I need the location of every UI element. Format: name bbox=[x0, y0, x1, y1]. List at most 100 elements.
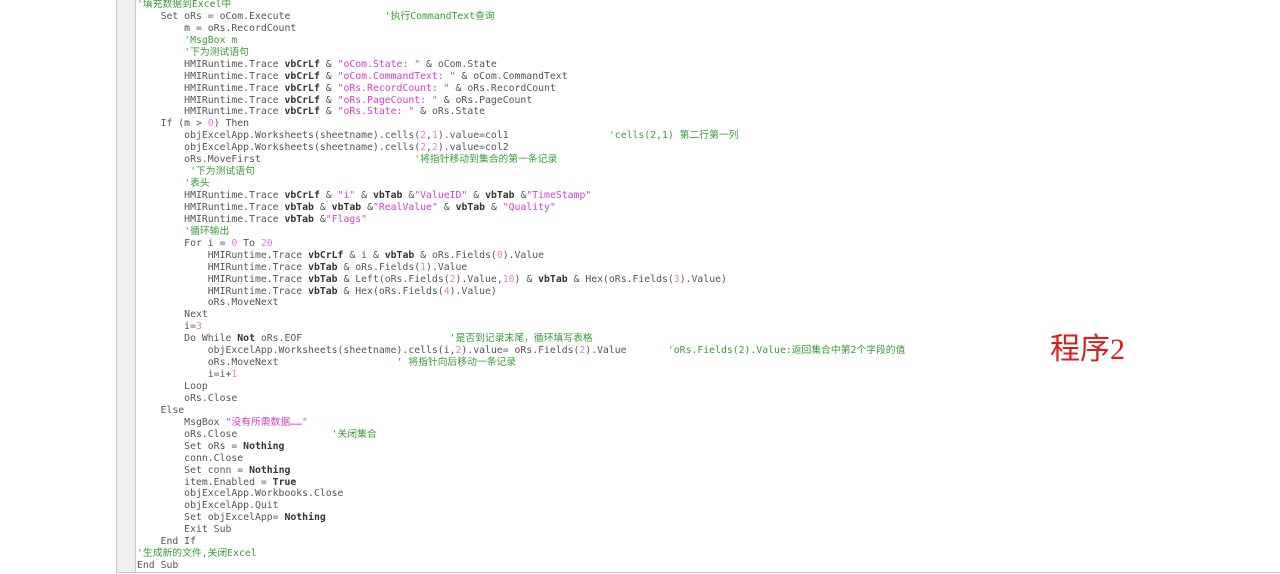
code-builtin: vbTab bbox=[308, 285, 338, 297]
code-line: Exit Sub bbox=[137, 524, 905, 536]
code-text: ).Value bbox=[502, 249, 545, 261]
code-text: For i = bbox=[137, 237, 232, 249]
code-string: "ValueID" bbox=[414, 190, 468, 201]
code-line: m = oRs.RecordCount bbox=[137, 23, 905, 35]
code-builtin: vbTab bbox=[384, 249, 415, 261]
code-text: ).value=col2 bbox=[437, 142, 509, 154]
code-line: objExcelApp.Worksheets(sheetname).cells(… bbox=[137, 130, 905, 142]
code-line: objExcelApp.Quit bbox=[137, 500, 905, 512]
code-text: HMIRuntime.Trace bbox=[137, 58, 285, 70]
code-string: "Quality" bbox=[502, 201, 556, 213]
code-builtin: vbTab bbox=[308, 273, 338, 285]
code-builtin: Not bbox=[237, 333, 255, 345]
code-text: & bbox=[319, 58, 338, 70]
code-builtin: vbCrLf bbox=[284, 94, 320, 106]
code-text: Next bbox=[137, 309, 208, 321]
code-builtin: Nothing bbox=[249, 464, 291, 476]
code-text: & bbox=[319, 190, 338, 201]
code-line: Else bbox=[137, 405, 905, 417]
code-line: oRs.MoveNext ' 将指针向后移动一条记录 bbox=[137, 357, 905, 369]
code-line: Set conn = Nothing bbox=[137, 465, 905, 477]
code-builtin: vbCrLf bbox=[308, 249, 344, 261]
code-text: Set oRs = oCom.Execute bbox=[137, 10, 385, 22]
code-text: & oRs.Fields( bbox=[337, 261, 421, 273]
code-text: HMIRuntime.Trace bbox=[137, 82, 285, 94]
code-string: "i" bbox=[337, 190, 356, 201]
code-line: '下为测试语句 bbox=[137, 166, 905, 178]
program-label: 程序2 bbox=[1050, 333, 1125, 366]
code-builtin: vbCrLf bbox=[284, 70, 320, 82]
code-text: HMIRuntime.Trace bbox=[137, 261, 309, 273]
code-string: "oCom.CommandText: " bbox=[337, 70, 456, 82]
code-builtin: vbCrLf bbox=[284, 82, 320, 94]
code-text: & oCom.CommandText bbox=[455, 70, 568, 82]
code-text: & oRs.Fields( bbox=[414, 249, 497, 261]
code-string: "oRs.State: " bbox=[337, 106, 415, 118]
code-text: HMIRuntime.Trace bbox=[137, 106, 285, 118]
code-text: MsgBox bbox=[137, 416, 226, 428]
code-text: conn.Close bbox=[137, 452, 244, 464]
code-number: 1 bbox=[231, 369, 238, 381]
code-text: oRs.Close bbox=[137, 428, 332, 440]
code-text: m = oRs.RecordCount bbox=[137, 22, 297, 34]
code-comment: '执行CommandText查询 bbox=[384, 10, 495, 22]
code-line: '填充数据到Excel中 bbox=[137, 0, 905, 11]
code-text: & bbox=[319, 70, 338, 82]
code-text: & bbox=[313, 213, 326, 225]
code-line: HMIRuntime.Trace vbCrLf & "oRs.PageCount… bbox=[137, 95, 905, 107]
code-text: ).value= oRs.Fields( bbox=[461, 345, 580, 357]
code-text: & oRs.RecordCount bbox=[449, 82, 556, 94]
code-number: 3 bbox=[195, 321, 202, 333]
code-text: & Hex(oRs.Fields( bbox=[337, 285, 444, 297]
code-string: "Flags" bbox=[325, 213, 368, 225]
code-builtin: vbCrLf bbox=[284, 106, 320, 118]
code-line: HMIRuntime.Trace vbCrLf & "oRs.RecordCou… bbox=[137, 83, 905, 95]
code-comment: ' 将指针向后移动一条记录 bbox=[396, 357, 517, 369]
code-text: HMIRuntime.Trace bbox=[137, 249, 309, 261]
code-builtin: vbCrLf bbox=[284, 190, 320, 201]
code-builtin: vbTab bbox=[455, 201, 486, 213]
code-text: oRs.MoveFirst bbox=[137, 154, 415, 166]
code-comment: 'MsgBox m bbox=[184, 34, 238, 46]
code-builtin: Nothing bbox=[243, 440, 285, 452]
code-text: objExcelApp.Worksheets(sheetname).cells(… bbox=[137, 345, 456, 357]
code-text: ).Value, bbox=[455, 273, 503, 285]
code-text: HMIRuntime.Trace bbox=[137, 273, 309, 285]
code-line: oRs.MoveNext bbox=[137, 297, 905, 309]
code-text: ) & bbox=[514, 273, 539, 285]
code-text: End If bbox=[137, 536, 196, 548]
code-line: HMIRuntime.Trace vbTab & vbTab &"RealVal… bbox=[137, 202, 905, 214]
code-text: HMIRuntime.Trace bbox=[137, 213, 285, 225]
code-line: '下为测试语句 bbox=[137, 47, 905, 59]
code-line: objExcelApp.Workbooks.Close bbox=[137, 488, 905, 500]
code-string: "没有所需数据……" bbox=[225, 416, 308, 428]
code-line: '表头 bbox=[137, 178, 905, 190]
code-text: oRs.EOF bbox=[254, 333, 450, 345]
code-text: Set conn = bbox=[137, 464, 250, 476]
code-line: HMIRuntime.Trace vbCrLf & i & vbTab & oR… bbox=[137, 250, 905, 262]
code-text: & bbox=[355, 190, 373, 201]
code-line: HMIRuntime.Trace vbTab & Hex(oRs.Fields(… bbox=[137, 286, 905, 298]
code-line: End If bbox=[137, 536, 905, 548]
code-text: Set objExcelApp= bbox=[137, 512, 285, 524]
code-text: & bbox=[361, 201, 373, 213]
code-editor[interactable]: '填充数据到Excel中 Set oRs = oCom.Execute '执行C… bbox=[137, 0, 905, 572]
code-text: If (m > bbox=[137, 118, 208, 130]
code-text: & oRs.PageCount bbox=[437, 94, 533, 106]
code-text: i= bbox=[137, 321, 196, 333]
code-builtin: vbCrLf bbox=[284, 58, 320, 70]
code-line: conn.Close bbox=[137, 453, 905, 465]
code-text: ) Then bbox=[213, 118, 250, 130]
code-line: For i = 0 To 20 bbox=[137, 238, 905, 250]
editor-border bbox=[116, 572, 1280, 573]
code-text: oRs.MoveNext bbox=[137, 357, 397, 369]
code-line: objExcelApp.Worksheets(sheetname).cells(… bbox=[137, 142, 905, 154]
code-text: & i & bbox=[343, 249, 385, 261]
code-text: & bbox=[319, 106, 338, 118]
code-builtin: vbTab bbox=[331, 201, 362, 213]
code-text: & Left(oRs.Fields( bbox=[337, 273, 450, 285]
code-text: & bbox=[313, 201, 332, 213]
code-line: HMIRuntime.Trace vbCrLf & "oRs.State: " … bbox=[137, 106, 905, 118]
code-line: oRs.Close '关闭集合 bbox=[137, 429, 905, 441]
